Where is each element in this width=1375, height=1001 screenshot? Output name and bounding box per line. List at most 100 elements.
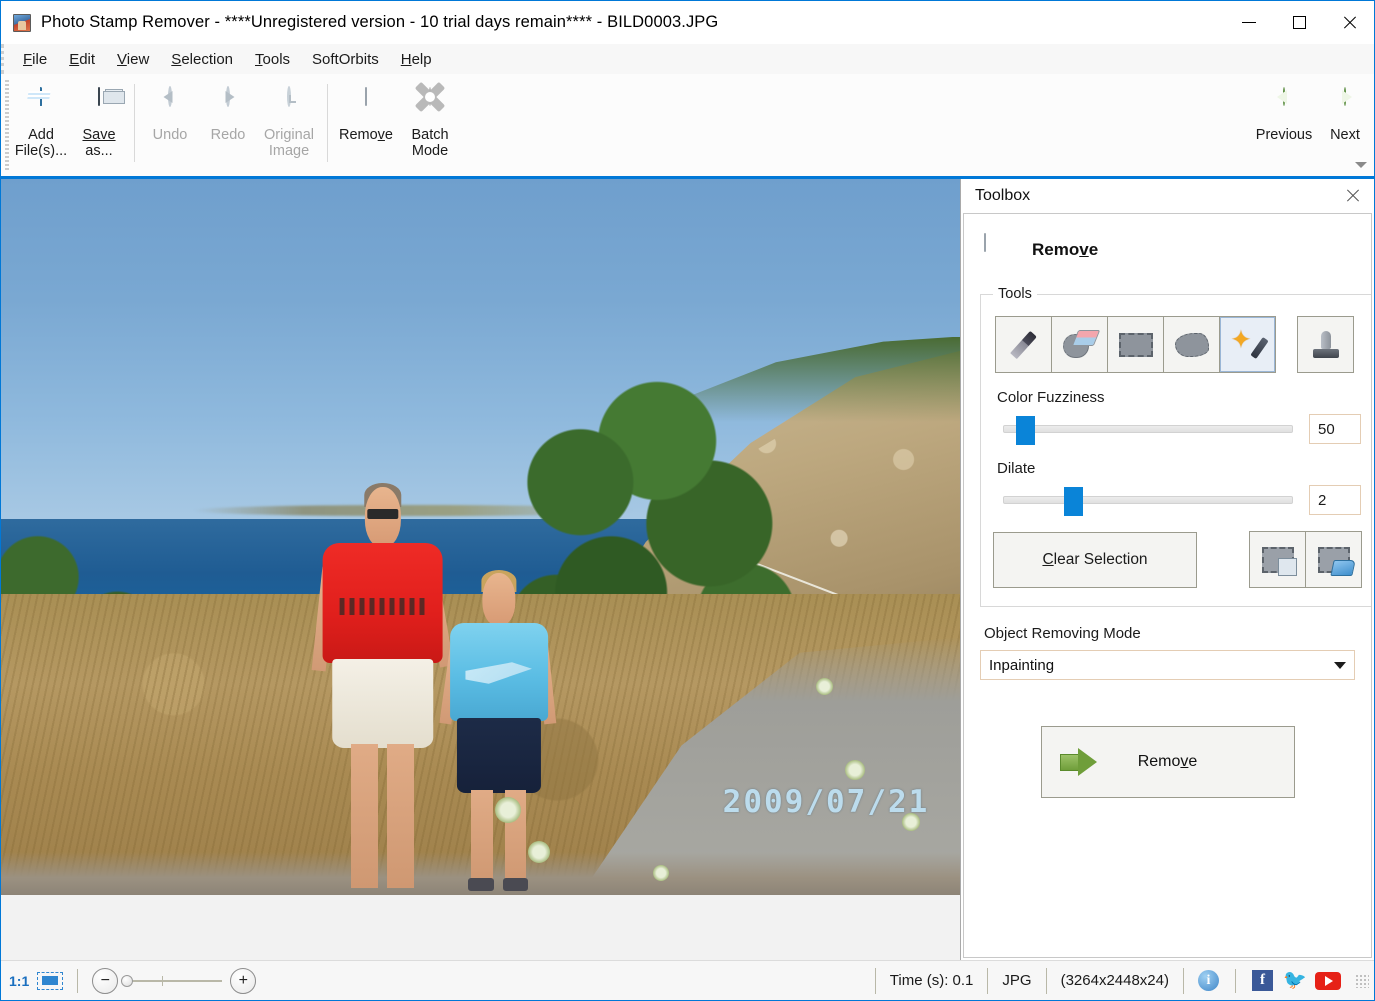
toolbar-grip[interactable] — [5, 80, 9, 170]
toolbox-close-icon[interactable] — [1342, 185, 1364, 207]
tool-stamp-button[interactable] — [1297, 316, 1354, 373]
original-image-label-line1: Original — [264, 127, 314, 143]
menu-item-selection[interactable]: Selection — [160, 48, 244, 71]
undo-arrow-icon — [153, 86, 187, 120]
adult-sunglasses — [366, 508, 399, 519]
undo-button[interactable]: Undo — [141, 80, 199, 168]
dilate-thumb[interactable] — [1064, 487, 1084, 516]
clock-history-icon — [272, 86, 306, 120]
resize-grip[interactable] — [1355, 973, 1369, 988]
status-bar: 1:1 − + Time (s): 0.1 JPG (3264x2448x24)… — [1, 960, 1374, 1000]
tool-rectangle-button[interactable] — [1107, 316, 1164, 373]
menu-item-help[interactable]: Help — [390, 48, 443, 71]
gear-icon — [413, 87, 447, 120]
add-files-label: Add File(s)... — [14, 127, 68, 159]
batch-mode-button[interactable]: Batch Mode — [398, 80, 462, 168]
adult-leg-left — [351, 743, 378, 888]
photo-thistle — [816, 677, 834, 695]
menu-item-edit[interactable]: Edit — [58, 48, 106, 71]
redo-button[interactable]: Redo — [199, 80, 257, 168]
app-icon — [13, 13, 31, 32]
youtube-icon[interactable] — [1315, 971, 1341, 990]
fit-to-window-icon[interactable] — [37, 971, 64, 990]
object-removing-mode-value: Inpainting — [989, 656, 1055, 674]
twitter-icon[interactable]: 🐦 — [1283, 971, 1307, 991]
adult-red-shirt — [322, 543, 444, 664]
tool-marker-button[interactable] — [995, 316, 1052, 373]
toolbar-group-navigation: Previous Next — [1241, 74, 1374, 176]
zoom-in-button[interactable]: + — [230, 967, 257, 994]
color-fuzziness-value[interactable]: 50 — [1309, 414, 1361, 444]
toolbox-header-label: Remove — [1032, 240, 1099, 259]
toolbar-group-actions: Remove Batch Mode — [334, 74, 462, 176]
adult-white-shorts — [331, 659, 434, 748]
previous-label: Previous — [1255, 127, 1313, 143]
info-icon[interactable]: i — [1198, 970, 1219, 991]
next-button[interactable]: Next — [1316, 80, 1374, 168]
eraser-icon — [349, 87, 383, 120]
remove-action-button[interactable]: Remove — [1040, 726, 1295, 798]
rectangle-select-icon — [1118, 332, 1153, 357]
child-sandal-left — [468, 878, 494, 891]
clear-selection-button[interactable]: Clear Selection — [993, 531, 1197, 588]
original-image-button[interactable]: Original Image — [257, 80, 321, 168]
photo-thistle — [653, 864, 670, 881]
remove-toolbar-button[interactable]: Remove — [334, 80, 398, 168]
facebook-icon[interactable]: f — [1252, 970, 1273, 991]
previous-button[interactable]: Previous — [1252, 80, 1316, 168]
toolbar-expand-icon[interactable] — [1355, 162, 1367, 168]
color-fuzziness-slider[interactable] — [1003, 416, 1293, 445]
menu-item-softorbits[interactable]: SoftOrbits — [301, 48, 390, 71]
adult-leg-right — [387, 743, 415, 888]
eraser-icon-large — [984, 233, 1018, 266]
zoom-slider-knob[interactable] — [121, 974, 134, 987]
tool-magic-wand-button[interactable] — [1219, 316, 1276, 373]
photo-person-child — [439, 569, 556, 891]
toolbox-body: Remove Tools ✦ Color Fuzziness 50 Dilate… — [963, 213, 1372, 958]
window-title: Photo Stamp Remover - ****Unregistered v… — [41, 13, 719, 31]
photo-image[interactable]: 2009/07/21 — [1, 179, 960, 895]
selection-actions-row: Clear Selection — [993, 531, 1362, 588]
batch-mode-label-line2: Mode — [411, 143, 449, 159]
stamp-icon — [1311, 330, 1341, 360]
next-label: Next — [1330, 127, 1360, 143]
status-time: Time (s): 0.1 — [874, 967, 988, 994]
color-fuzziness-thumb[interactable] — [1015, 416, 1035, 445]
zoom-out-button[interactable]: − — [92, 967, 119, 994]
folder-add-icon — [24, 87, 58, 120]
tool-lasso-button[interactable] — [1163, 316, 1220, 373]
menu-item-file[interactable]: FFileile — [12, 48, 58, 71]
object-removing-mode-select[interactable]: Inpainting — [980, 650, 1355, 680]
child-blue-shirt — [449, 623, 548, 721]
dilate-value[interactable]: 2 — [1309, 485, 1361, 515]
close-button[interactable] — [1324, 1, 1374, 44]
dilate-slider[interactable] — [1003, 487, 1293, 516]
add-files-button[interactable]: Add File(s)... — [12, 80, 70, 168]
zoom-slider[interactable] — [121, 974, 223, 987]
load-selection-button[interactable] — [1305, 531, 1362, 588]
photo-date-stamp: 2009/07/21 — [722, 783, 930, 820]
tool-eraser-button[interactable] — [1051, 316, 1108, 373]
save-as-label-line1: Save — [82, 127, 116, 143]
minimize-icon — [1242, 22, 1256, 23]
save-as-label-line2: as... — [85, 143, 113, 159]
toolbox-header: Remove — [984, 233, 1355, 266]
zoom-ratio-label[interactable]: 1:1 — [9, 973, 29, 989]
toolbar-separator-1 — [134, 84, 135, 162]
toolbox-panel: Toolbox Remove Tools ✦ Color Fuzziness 5… — [960, 179, 1374, 960]
maximize-button[interactable] — [1274, 1, 1324, 44]
menu-item-view[interactable]: View — [106, 48, 160, 71]
menu-item-tools[interactable]: Tools — [244, 48, 301, 71]
tool-buttons-row — [995, 316, 1361, 373]
status-separator — [77, 968, 79, 993]
save-selection-button[interactable] — [1249, 531, 1306, 588]
arrow-left-circle-icon — [1267, 87, 1301, 120]
minimize-button[interactable] — [1224, 1, 1274, 44]
save-as-button[interactable]: Save as... — [70, 80, 128, 168]
main-content: 2009/07/21 Toolbox Remove Tools ✦ Color … — [1, 179, 1374, 960]
toolbar: Add File(s)... Save as... Undo Redo Origi… — [1, 74, 1374, 179]
status-dimensions: (3264x2448x24) — [1045, 967, 1183, 994]
image-canvas[interactable]: 2009/07/21 — [1, 179, 960, 960]
child-shirt-print — [465, 662, 532, 684]
remove-toolbar-label: Remove — [338, 127, 393, 143]
